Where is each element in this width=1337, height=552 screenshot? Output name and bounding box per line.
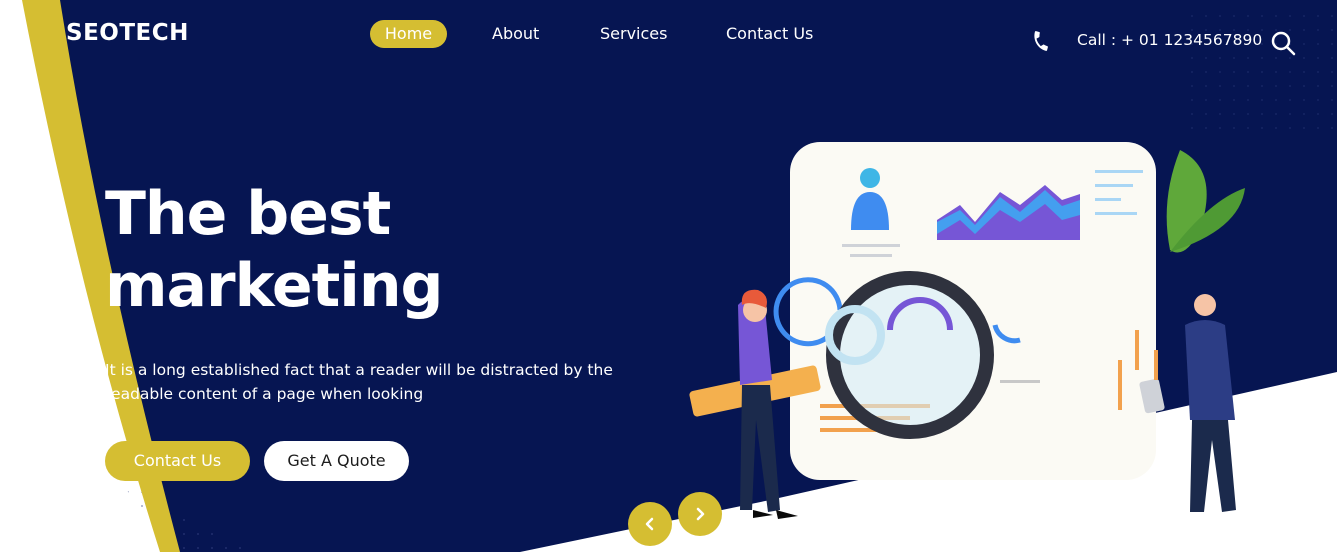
nav-item-about[interactable]: About [492, 20, 539, 48]
get-a-quote-button[interactable]: Get A Quote [264, 441, 409, 481]
nav-item-contact[interactable]: Contact Us [726, 20, 813, 48]
chevron-left-icon [645, 517, 654, 531]
phone-icon [1034, 31, 1048, 51]
brand-logo[interactable]: SEOTECH [66, 20, 189, 46]
slider-next-button[interactable] [678, 492, 722, 536]
nav-item-home[interactable]: Home [370, 20, 447, 48]
chevron-right-icon [696, 507, 705, 521]
hero-title: The best marketing [105, 178, 443, 322]
call-text: Call : + 01 1234567890 [1077, 31, 1263, 49]
hero-title-line2: marketing [105, 251, 443, 321]
hero-description: It is a long established fact that a rea… [105, 361, 613, 403]
contact-us-button[interactable]: Contact Us [105, 441, 250, 481]
nav-item-services[interactable]: Services [600, 20, 667, 48]
hero-illustration [689, 142, 1245, 519]
search-icon[interactable] [1270, 30, 1296, 56]
hero-title-line1: The best [105, 179, 391, 249]
slider-prev-button[interactable] [628, 502, 672, 546]
